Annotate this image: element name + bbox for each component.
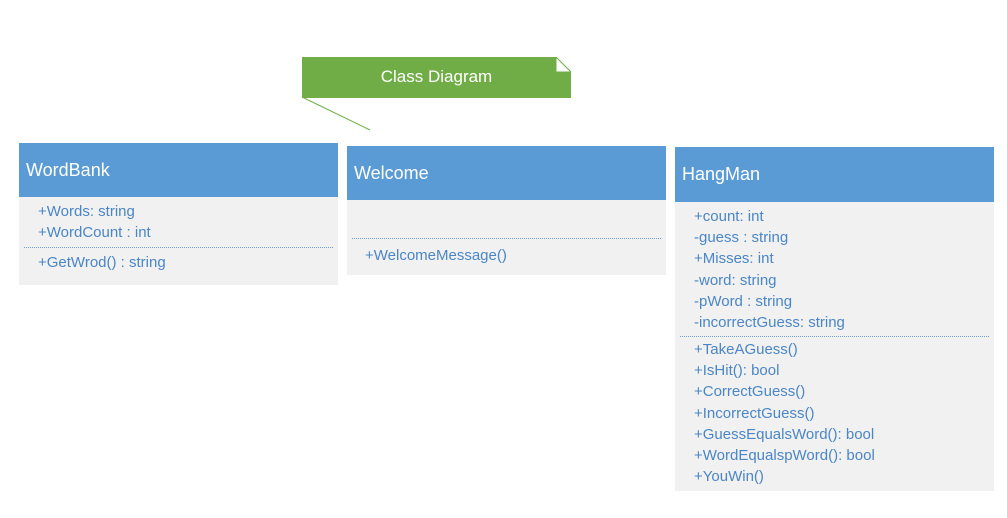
class-name: Welcome xyxy=(347,146,666,200)
operations-section: +GetWrod() : string xyxy=(19,248,338,273)
attribute: -incorrectGuess: string xyxy=(694,313,845,331)
attribute: +WordCount : int xyxy=(38,224,151,242)
attribute: -guess : string xyxy=(694,229,789,247)
attribute: -word: string xyxy=(694,271,777,289)
operation: +CorrectGuess() xyxy=(694,383,806,401)
attributes-section: +count: int -guess : string +Misses: int… xyxy=(675,202,994,336)
class-diagram-note[interactable]: Class Diagram xyxy=(302,57,571,98)
operation: +WordEqualspWord(): bool xyxy=(694,446,875,464)
attributes-section: +Words: string +WordCount : int xyxy=(19,197,338,247)
operation: +WelcomeMessage() xyxy=(365,247,507,264)
operation: +TakeAGuess() xyxy=(694,341,798,358)
attribute: +Words: string xyxy=(38,203,135,220)
attribute: -pWord : string xyxy=(694,292,793,310)
class-hangman[interactable]: HangMan +count: int -guess : string +Mis… xyxy=(675,147,994,491)
note-connector-line xyxy=(301,96,371,131)
attribute: +count: int xyxy=(694,208,764,225)
note-title: Class Diagram xyxy=(380,67,493,86)
operation: +IncorrectGuess() xyxy=(694,404,815,422)
operation: +IsHit(): bool xyxy=(694,362,780,380)
operations-section: +WelcomeMessage() xyxy=(347,239,666,266)
operation: +YouWin() xyxy=(694,468,764,486)
operation: +GuessEqualsWord(): bool xyxy=(694,425,875,443)
attribute: +Misses: int xyxy=(694,250,774,268)
class-name: HangMan xyxy=(675,147,994,202)
operation: +GetWrod() : string xyxy=(38,254,166,271)
class-name: WordBank xyxy=(19,143,338,197)
class-welcome[interactable]: Welcome +WelcomeMessage() xyxy=(347,146,666,275)
attributes-section xyxy=(347,200,666,238)
operations-section: +TakeAGuess() +IsHit(): bool +CorrectGue… xyxy=(675,337,994,487)
diagram-canvas: { "note": { "title": "Class Diagram", "f… xyxy=(0,0,1007,518)
class-wordbank[interactable]: WordBank +Words: string +WordCount : int… xyxy=(19,143,338,285)
